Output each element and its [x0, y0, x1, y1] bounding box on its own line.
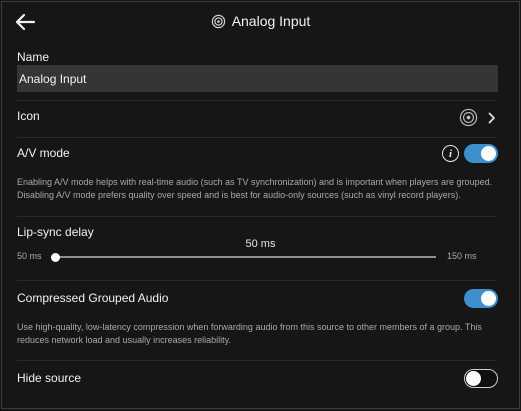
hide-source-label: Hide source	[17, 371, 82, 385]
lip-sync-slider-track[interactable]	[50, 252, 436, 262]
divider	[17, 280, 496, 281]
divider	[17, 216, 496, 217]
name-input[interactable]	[17, 65, 498, 92]
info-icon[interactable]: i	[442, 145, 459, 162]
name-label: Name	[17, 50, 50, 64]
lip-sync-slider-thumb[interactable]	[50, 252, 60, 262]
av-mode-description: Enabling A/V mode helps with real-time a…	[17, 177, 493, 200]
speaker-broadcast-icon	[459, 108, 478, 127]
av-mode-label: A/V mode	[17, 146, 70, 160]
chevron-right-icon	[488, 112, 495, 124]
av-mode-toggle[interactable]	[464, 144, 498, 163]
hide-source-toggle[interactable]	[464, 369, 498, 388]
page-title: Analog Input	[231, 13, 311, 29]
divider	[17, 137, 496, 138]
slider-min-label: 50 ms	[17, 251, 42, 261]
speaker-broadcast-icon	[211, 14, 225, 28]
divider	[17, 360, 496, 361]
icon-label: Icon	[17, 109, 40, 123]
settings-panel: Analog Input Name Icon A/V mode i Enabli…	[1, 1, 520, 409]
slider-max-label: 150 ms	[447, 251, 477, 261]
toggle-knob	[466, 371, 481, 386]
compressed-audio-label: Compressed Grouped Audio	[17, 291, 169, 305]
toggle-knob	[481, 291, 496, 306]
icon-row[interactable]: Icon	[17, 101, 496, 137]
toggle-knob	[481, 146, 496, 161]
compressed-audio-toggle[interactable]	[464, 289, 498, 308]
header: Analog Input	[2, 2, 519, 42]
lip-sync-value: 50 ms	[245, 238, 276, 250]
lip-sync-label: Lip-sync delay	[17, 225, 94, 239]
header-title-group: Analog Input	[2, 13, 519, 29]
compressed-audio-description: Use high-quality, low-latency compressio…	[17, 322, 482, 345]
